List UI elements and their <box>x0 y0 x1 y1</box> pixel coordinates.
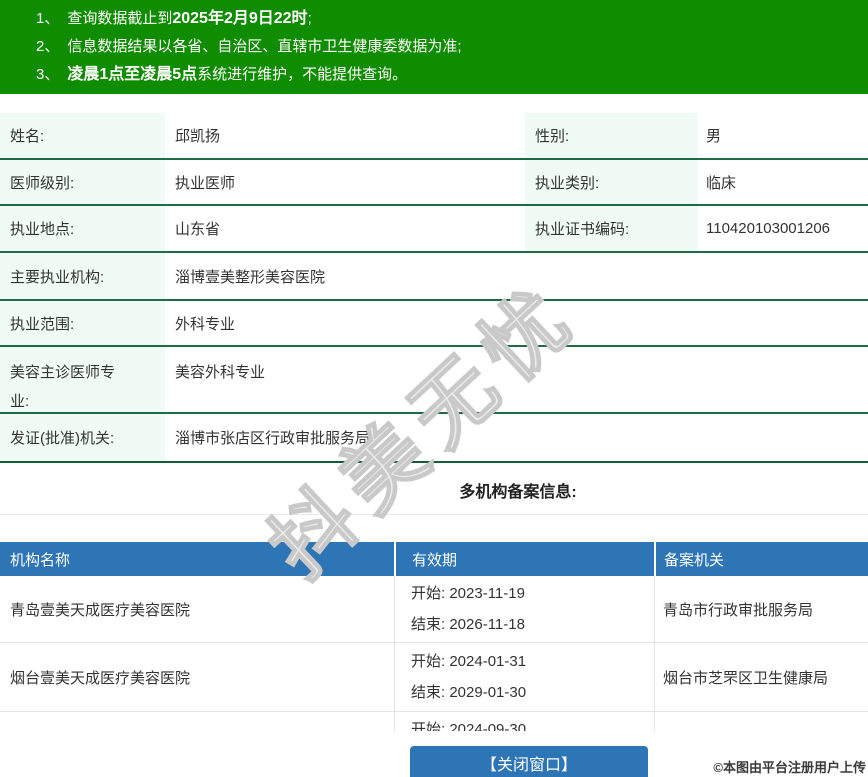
table-row: 医师级别: 执业医师 执业类别: 临床 <box>0 160 868 206</box>
validity-start: 开始: 2023-11-19 <box>411 585 525 602</box>
multi-org-title: 多机构备案信息: <box>459 484 577 501</box>
practice-location-label: 执业地点: <box>0 206 165 251</box>
multi-org-section: 多机构备案信息: <box>0 478 868 502</box>
validity-end: 结束: 2026-11-18 <box>411 616 525 633</box>
multi-org-table: 机构名称 有效期 备案机关 青岛壹美天成医疗美容医院 开始: 2023-11-1… <box>0 542 868 731</box>
validity-end: 结束: 2029-01-30 <box>411 684 527 701</box>
multi-org-table-header: 机构名称 有效期 备案机关 <box>0 542 868 576</box>
table-row: 主要执业机构: 淄博壹美整形美容医院 <box>0 253 868 301</box>
notice-line-1-number: 1、 <box>36 10 60 27</box>
table-row: 执业地点: 山东省 执业证书编码: 110420103001206 <box>0 206 868 253</box>
validity-period: 开始: 2024-01-31 结束: 2029-01-30 <box>394 643 654 711</box>
issuing-authority-label: 发证(批准)机关: <box>0 414 165 461</box>
record-authority: 烟台市芝罘区卫生健康局 <box>654 643 868 711</box>
notice-line-1: 1、 查询数据截止到2025年2月9日22时; <box>36 5 868 33</box>
validity-start: 开始: 2024-09-30 <box>411 721 527 731</box>
practice-scope-label: 执业范围: <box>0 301 165 345</box>
column-header-authority: 备案机关 <box>654 542 868 576</box>
table-row: 执业范围: 外科专业 <box>0 301 868 347</box>
notice-line-2-number: 2、 <box>36 38 60 55</box>
main-institution-value: 淄博壹美整形美容医院 <box>175 268 326 286</box>
validity-period: 开始: 2024-09-30 <box>394 712 654 731</box>
name-label: 姓名: <box>0 113 165 158</box>
license-number-value: 110420103001206 <box>706 220 831 237</box>
license-query-page: 1、 查询数据截止到2025年2月9日22时; 2、 信息数据结果以各省、自治区、直… <box>0 0 868 777</box>
notice-banner: 1、 查询数据截止到2025年2月9日22时; 2、 信息数据结果以各省、自治区、直… <box>0 0 868 94</box>
notice-line-1-bold: 2025年2月9日22时 <box>172 10 308 27</box>
notice-line-3-tail: 系统进行维护，不能提供查询。 <box>197 66 408 83</box>
table-row: 姓名: 邱凯扬 性别: 男 <box>0 113 868 160</box>
table-row: 美容主诊医师专业: 美容外科专业 <box>0 347 868 414</box>
upload-stamp: ©本图由平台注册用户上传 <box>713 760 866 775</box>
notice-line-3-bold: 凌晨1点至凌晨5点 <box>67 66 198 83</box>
license-number-label: 执业证书编码: <box>525 206 698 251</box>
doctor-level-label: 医师级别: <box>0 160 165 204</box>
record-authority <box>654 712 868 731</box>
validity-start: 开始: 2024-01-31 <box>411 653 527 670</box>
validity-period: 开始: 2023-11-19 结束: 2026-11-18 <box>394 576 654 642</box>
notice-line-1-text: 查询数据截止到 <box>67 10 173 27</box>
cosmetic-specialty-label: 美容主诊医师专业: <box>0 347 165 412</box>
main-institution-label: 主要执业机构: <box>0 253 165 299</box>
practice-category-value: 临床 <box>706 174 737 192</box>
institution-name: 青岛壹美天成医疗美容医院 <box>10 601 191 619</box>
column-header-validity: 有效期 <box>394 542 654 576</box>
name-value: 邱凯扬 <box>175 128 221 145</box>
practice-scope-value: 外科专业 <box>175 315 236 333</box>
practice-category-label: 执业类别: <box>525 160 698 204</box>
record-authority: 青岛市行政审批服务局 <box>654 576 868 642</box>
practitioner-info-table: 姓名: 邱凯扬 性别: 男 医师级别: 执业医师 执业类别: 临床 执业地点: … <box>0 113 868 463</box>
notice-line-3: 3、 凌晨1点至凌晨5点系统进行维护，不能提供查询。 <box>36 61 868 89</box>
table-row: 青岛壹美天成医疗美容医院 开始: 2023-11-19 结束: 2026-11-… <box>0 576 868 643</box>
section-divider <box>0 514 868 515</box>
notice-line-3-number: 3、 <box>36 66 60 83</box>
notice-line-1-tail: ; <box>307 10 312 27</box>
table-row: 烟台壹美天成医疗美容医院 开始: 2024-01-31 结束: 2029-01-… <box>0 643 868 712</box>
doctor-level-value: 执业医师 <box>175 174 236 192</box>
institution-name <box>0 712 394 731</box>
institution-name: 烟台壹美天成医疗美容医院 <box>10 669 191 687</box>
close-window-button[interactable]: 【关闭窗口】 <box>410 746 648 777</box>
issuing-authority-value: 淄博市张店区行政审批服务局 <box>175 430 371 447</box>
cosmetic-specialty-value: 美容外科专业 <box>175 364 266 381</box>
column-header-institution: 机构名称 <box>10 551 71 569</box>
gender-label: 性别: <box>525 113 698 158</box>
notice-line-2-text: 信息数据结果以各省、自治区、直辖市卫生健康委数据为准; <box>67 38 462 55</box>
table-row: 发证(批准)机关: 淄博市张店区行政审批服务局 <box>0 414 868 463</box>
table-row: 开始: 2024-09-30 <box>0 712 868 731</box>
gender-value: 男 <box>706 128 722 145</box>
practice-location-value: 山东省 <box>175 221 221 238</box>
notice-line-2: 2、 信息数据结果以各省、自治区、直辖市卫生健康委数据为准; <box>36 33 868 61</box>
